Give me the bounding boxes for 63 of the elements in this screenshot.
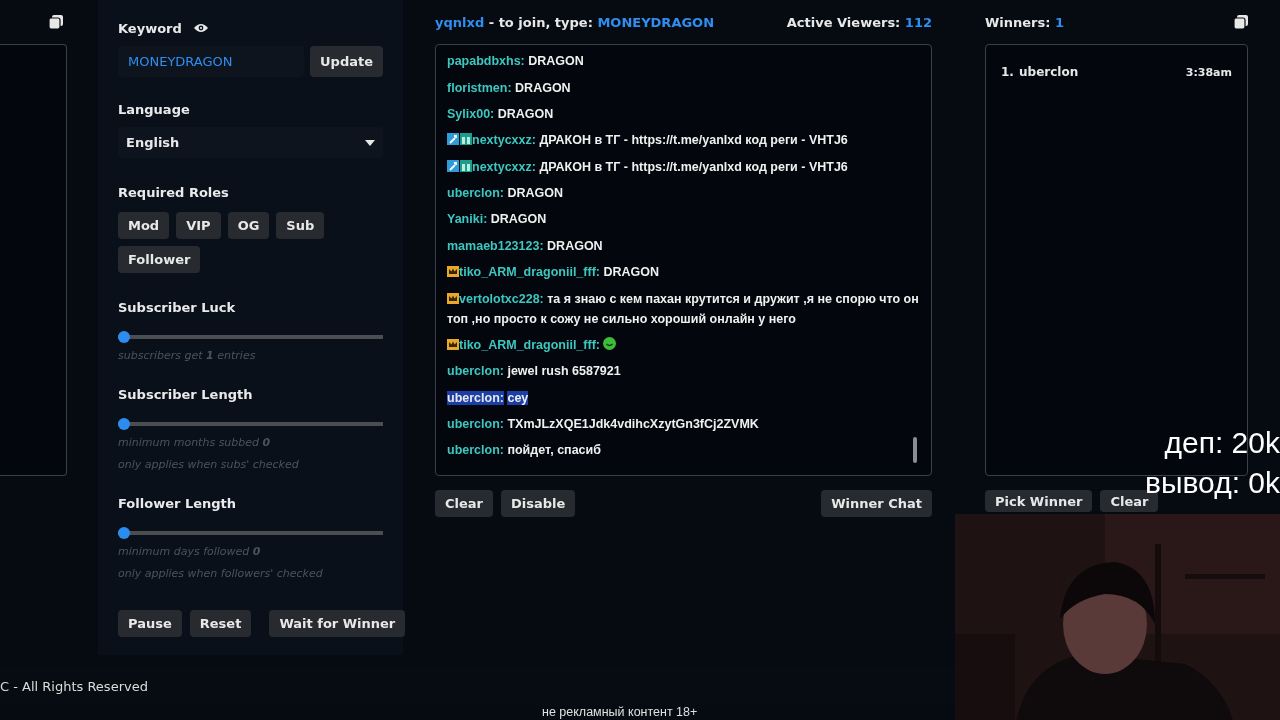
chat-message: mamaeb123123: DRAGON bbox=[447, 237, 604, 255]
control-button[interactable]: Pause bbox=[118, 610, 182, 637]
hint-text: subscribers get 1 entries bbox=[118, 349, 256, 362]
chat-message: papabdbxhs: DRAGON bbox=[447, 53, 585, 71]
slider-thumb[interactable] bbox=[118, 418, 130, 430]
winners-count: Winners: 1 bbox=[985, 14, 1065, 30]
hint-text: only applies when subs' checked bbox=[118, 458, 299, 471]
chat-message: tiko_ARM_dragoniil_fff: DRAGON bbox=[447, 259, 919, 286]
chat-message: uberclon: TXmJLzXQE1Jdk4vdihcXzytGn3fCj2ZVMK bbox=[447, 416, 760, 434]
language-label: Language bbox=[118, 101, 190, 117]
slider-thumb[interactable] bbox=[118, 527, 130, 539]
chat-message: vertolotxc228: та я знаю с кем пахан крутится и дружит ,я не спорю что он топ ,но просто к сожу не сильно хороший онлайн у него bbox=[447, 290, 919, 328]
copy-icon[interactable] bbox=[1234, 15, 1248, 29]
role-button[interactable]: Mod bbox=[118, 212, 170, 239]
scrollbar-thumb[interactable] bbox=[913, 437, 917, 463]
winner-chat-button[interactable]: Winner Chat bbox=[821, 490, 932, 517]
chat-button[interactable]: Disable bbox=[501, 490, 576, 517]
hint-text: only applies when followers' checked bbox=[118, 567, 323, 580]
chat-message: Yaniki: DRAGON bbox=[447, 211, 548, 229]
chat-message: uberclon: DRAGON bbox=[447, 185, 564, 203]
eye-icon[interactable] bbox=[193, 23, 208, 33]
winner-rank: 1. bbox=[1001, 65, 1015, 79]
winner-button[interactable]: Pick Winner bbox=[985, 490, 1093, 512]
control-button[interactable]: Reset bbox=[189, 610, 252, 637]
caret-icon bbox=[365, 139, 375, 146]
crown-badge-icon bbox=[447, 266, 459, 278]
chat-message: nextycxxz: ДРАКОН в ТГ - https://t.me/yanlxd код реги - VHTJ6 bbox=[447, 127, 919, 154]
chat-message: floristmen: DRAGON bbox=[447, 79, 572, 97]
role-button[interactable]: VIP bbox=[176, 212, 221, 239]
winner-name: uberclon bbox=[1019, 65, 1080, 79]
crown-badge-icon bbox=[447, 292, 459, 304]
role-button[interactable]: Follower bbox=[118, 246, 201, 273]
hint-text: minimum months subbed 0 bbox=[118, 436, 271, 449]
slider-label: Subscriber Length bbox=[118, 386, 253, 402]
hint-text: minimum days followed 0 bbox=[118, 545, 261, 558]
chat-message: Sylix00: DRAGON bbox=[447, 105, 555, 123]
stream-overlay-text: деп: 20k bbox=[1164, 425, 1280, 461]
language-dropdown[interactable]: English bbox=[118, 127, 383, 158]
chat-message: uberclon: jewel rush 6587921 bbox=[447, 363, 622, 381]
crown-badge-icon bbox=[447, 338, 459, 350]
caption-text: не рекламный контент 18+ bbox=[542, 704, 698, 720]
chat-message: uberclon: пойдет, спасиб bbox=[447, 442, 602, 460]
keyword-label: Keyword bbox=[118, 20, 182, 36]
chat-message: uberclon: cey bbox=[447, 389, 530, 407]
wrench-badge-icon bbox=[447, 133, 459, 146]
chat-message: nextycxxz: ДРАКОН в ТГ - https://t.me/yanlxd код реги - VHTJ6 bbox=[447, 153, 919, 180]
control-button[interactable]: Wait for Winner bbox=[269, 610, 406, 637]
slider-thumb[interactable] bbox=[118, 331, 130, 343]
copy-icon[interactable] bbox=[49, 15, 63, 29]
chat-button[interactable]: Clear bbox=[435, 490, 493, 517]
keyword-field[interactable]: MONEYDRAGON bbox=[118, 46, 304, 77]
roles-label: Required Roles bbox=[118, 184, 229, 200]
chat-message: tiko_ARM_dragoniil_fff: bbox=[447, 331, 919, 359]
slider-label: Follower Length bbox=[118, 495, 237, 511]
update-button[interactable]: Update bbox=[310, 46, 383, 77]
join-instructions: yqnlxd - to join, type: MONEYDRAGON bbox=[435, 14, 715, 30]
active-viewers: Active Viewers: 112 bbox=[786, 14, 932, 30]
copyright-text: C - All Rights Reserved bbox=[0, 679, 148, 694]
role-button[interactable]: Sub bbox=[276, 212, 325, 239]
slider-label: Subscriber Luck bbox=[118, 299, 236, 315]
winner-time: 3:38am bbox=[1185, 65, 1232, 79]
role-button[interactable]: OG bbox=[227, 212, 270, 239]
wrench-badge-icon bbox=[447, 159, 459, 172]
